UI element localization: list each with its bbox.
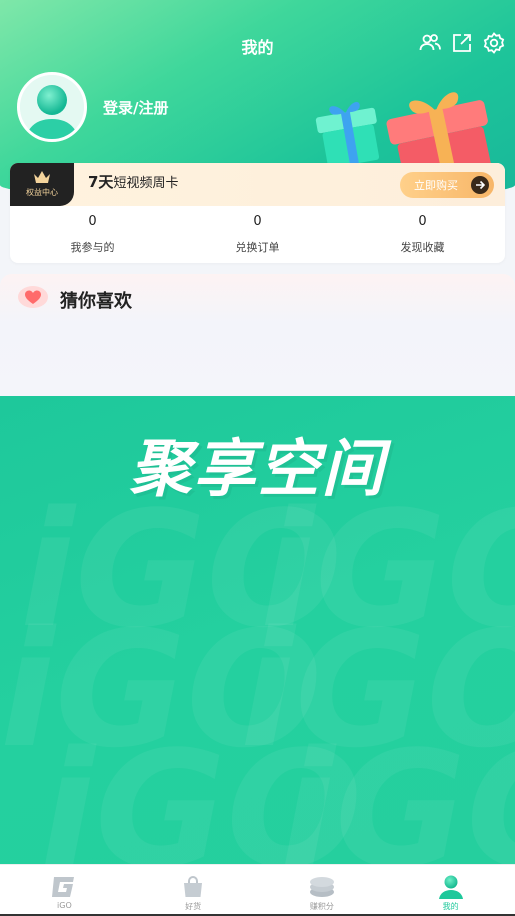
igo-logo-icon bbox=[51, 874, 77, 900]
stat-favorites[interactable]: 0 发现收藏 bbox=[340, 211, 505, 255]
buy-now-button[interactable]: 立即购买 bbox=[400, 172, 494, 198]
membership-card: 权益中心 7天短视频周卡 立即购买 0 我参与的 0 兑换订单 0 发现收藏 bbox=[10, 163, 505, 263]
tab-goods[interactable]: 好货 bbox=[129, 865, 258, 916]
tab-mine[interactable]: 我的 bbox=[386, 865, 515, 916]
user-icon bbox=[438, 874, 464, 900]
banner-title: 聚享空间 bbox=[129, 432, 386, 505]
stat-value: 0 bbox=[418, 214, 427, 229]
watermark-icon: iGO bbox=[280, 716, 515, 864]
settings-icon[interactable] bbox=[483, 32, 505, 54]
heart-icon bbox=[18, 286, 48, 308]
brand-banner: iGO iGO iGO iGO iGO iGO 聚享空间 bbox=[0, 396, 515, 864]
stat-label: 我参与的 bbox=[70, 241, 115, 254]
stat-value: 0 bbox=[88, 214, 97, 229]
buy-now-label: 立即购买 bbox=[414, 179, 458, 192]
stats-row: 0 我参与的 0 兑换订单 0 发现收藏 bbox=[10, 211, 505, 255]
coins-icon bbox=[309, 874, 335, 900]
membership-promo[interactable]: 权益中心 7天短视频周卡 立即购买 bbox=[10, 163, 505, 206]
arrow-right-icon bbox=[471, 176, 489, 194]
recommendation-section: 猜你喜欢 bbox=[0, 274, 515, 396]
shopping-bag-icon bbox=[180, 874, 206, 900]
stat-participated[interactable]: 0 我参与的 bbox=[10, 211, 175, 255]
share-icon[interactable] bbox=[451, 32, 473, 54]
tab-label: iGO bbox=[57, 901, 72, 910]
tab-label: 我的 bbox=[442, 902, 459, 911]
tab-label: 赚积分 bbox=[309, 902, 334, 911]
promo-product: 短视频周卡 bbox=[113, 176, 179, 191]
promo-days: 7天 bbox=[88, 173, 114, 191]
tab-label: 好货 bbox=[185, 902, 202, 911]
stat-label: 发现收藏 bbox=[400, 241, 445, 254]
stat-orders[interactable]: 0 兑换订单 bbox=[175, 211, 340, 255]
stat-value: 0 bbox=[253, 214, 262, 229]
promo-title: 7天短视频周卡 bbox=[88, 171, 178, 192]
rights-center-badge[interactable]: 权益中心 bbox=[10, 163, 74, 206]
crown-icon bbox=[34, 171, 50, 183]
tab-igo[interactable]: iGO bbox=[0, 865, 129, 916]
login-register-link[interactable]: 登录/注册 bbox=[103, 97, 168, 118]
friends-icon[interactable] bbox=[419, 32, 441, 54]
stat-label: 兑换订单 bbox=[235, 241, 280, 254]
avatar[interactable] bbox=[17, 72, 87, 142]
header-actions bbox=[419, 32, 505, 54]
bottom-tab-bar: iGO 好货 赚积分 我的 bbox=[0, 864, 515, 916]
gift-box-icon bbox=[315, 102, 380, 168]
rights-center-label: 权益中心 bbox=[26, 188, 58, 197]
section-title: 猜你喜欢 bbox=[60, 291, 132, 312]
tab-earn-points[interactable]: 赚积分 bbox=[258, 865, 387, 916]
